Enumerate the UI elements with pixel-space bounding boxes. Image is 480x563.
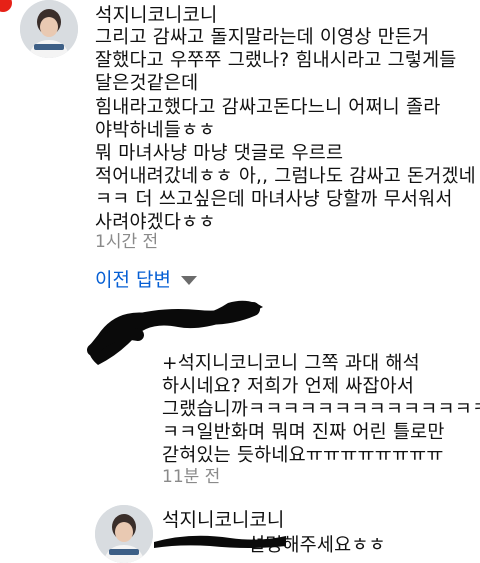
chevron-down-icon	[180, 275, 197, 285]
redaction-scribble	[154, 535, 286, 548]
comment-timestamp: 1시간 전	[95, 232, 159, 252]
comment-author[interactable]: 석지니코니코니	[95, 0, 217, 27]
view-previous-replies-button[interactable]: 이전 답변	[95, 265, 197, 292]
avatar[interactable]	[20, 0, 78, 58]
reply-author[interactable]: 석지니코니코니	[162, 505, 284, 532]
reply-timestamp: 11분 전	[162, 467, 221, 487]
notification-dot	[0, 0, 12, 12]
comment-line: 달은것같은데	[95, 73, 199, 94]
avatar[interactable]	[95, 505, 153, 563]
view-previous-replies-label: 이전 답변	[95, 269, 171, 291]
